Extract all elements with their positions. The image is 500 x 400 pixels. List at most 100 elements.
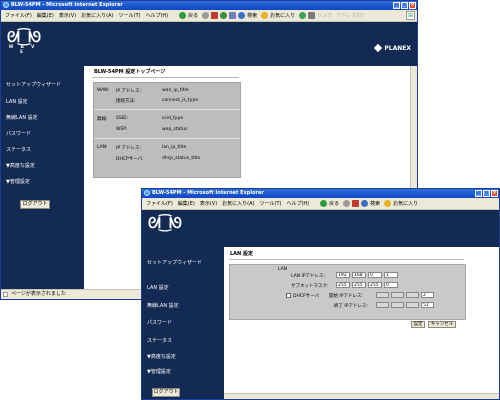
set-button[interactable]: 設定 bbox=[411, 321, 425, 328]
menu-help[interactable]: ヘルプ(H) bbox=[286, 200, 309, 207]
nav-status[interactable]: ステータス bbox=[147, 337, 172, 344]
nav-admin[interactable]: ▼管理設定 bbox=[6, 178, 30, 185]
forward-icon[interactable] bbox=[202, 12, 210, 19]
maximize-button[interactable]: □ bbox=[401, 2, 408, 9]
search-button[interactable]: 検索 bbox=[247, 12, 257, 19]
mail-icon[interactable] bbox=[308, 12, 316, 19]
status-value: ssid_type bbox=[162, 116, 184, 121]
ip-octet-1-field[interactable]: 192 bbox=[336, 272, 350, 278]
menu-favorites[interactable]: お気に入り(A) bbox=[222, 200, 254, 207]
start-ip-octet-4-field[interactable]: 2 bbox=[421, 292, 434, 298]
stop-icon[interactable] bbox=[211, 12, 219, 19]
nav-lan[interactable]: LAN 設定 bbox=[6, 98, 28, 105]
end-ip-label: 終了 IPアドレス: bbox=[334, 304, 368, 309]
menu-favorites[interactable]: お気に入り(A) bbox=[81, 12, 113, 19]
status-value: wan_ip_title bbox=[162, 88, 189, 93]
menu-tools[interactable]: ツール(T) bbox=[260, 200, 282, 207]
start-ip-octet-1-field[interactable] bbox=[376, 292, 389, 298]
minimize-button[interactable]: _ bbox=[475, 190, 482, 197]
start-ip-octet-2-field[interactable] bbox=[391, 292, 404, 298]
dhcp-label: DHCPサーバ bbox=[293, 294, 320, 299]
logout-button[interactable]: ログアウト bbox=[20, 200, 50, 209]
mask-octet-4-field[interactable]: 0 bbox=[384, 282, 398, 288]
menu-bar: ファイル(F) 編集(E) 表示(V) お気に入り(A) ツール(T) ヘルプ(… bbox=[142, 198, 499, 210]
wave-logo: ᘛ⁐ᘚ W A V E bbox=[7, 28, 41, 55]
horizontal-scrollbar[interactable] bbox=[224, 393, 499, 399]
maximize-button[interactable]: □ bbox=[483, 190, 490, 197]
menu-view[interactable]: 表示(V) bbox=[59, 12, 76, 19]
mask-octet-3-field[interactable]: 255 bbox=[368, 282, 382, 288]
menu-help[interactable]: ヘルプ(H) bbox=[145, 12, 168, 19]
ip-octet-2-field[interactable]: 168 bbox=[352, 272, 366, 278]
ip-octet-3-field[interactable]: 0 bbox=[368, 272, 382, 278]
back-button[interactable]: 戻る bbox=[329, 200, 339, 207]
nav-setup-wizard[interactable]: セットアップウィザード bbox=[6, 81, 61, 88]
dhcp-checkbox[interactable] bbox=[286, 293, 291, 298]
nav-lan[interactable]: LAN 設定 bbox=[147, 284, 169, 291]
status-key: 接続方法: bbox=[116, 99, 136, 104]
banner: ᘛ⁐ᘚ bbox=[142, 210, 499, 247]
nav-advanced[interactable]: ▼高度な設定 bbox=[147, 353, 176, 360]
home-icon[interactable] bbox=[229, 12, 237, 19]
search-button[interactable]: 検索 bbox=[370, 200, 380, 207]
nav-wireless[interactable]: 無線LAN 設定 bbox=[147, 302, 179, 309]
address-label[interactable]: アドレス(D) bbox=[336, 12, 364, 19]
menu-edit[interactable]: 編集(E) bbox=[178, 200, 195, 207]
nav-advanced[interactable]: ▼高度な設定 bbox=[6, 162, 35, 169]
cancel-button[interactable]: キャンセル bbox=[428, 321, 456, 328]
nav-wireless[interactable]: 無線LAN 設定 bbox=[6, 114, 38, 121]
nav-setup-wizard[interactable]: セットアップウィザード bbox=[147, 259, 202, 266]
links-button[interactable]: リンク bbox=[317, 12, 332, 19]
menu-file[interactable]: ファイル(F) bbox=[5, 12, 32, 19]
end-ip-octet-4-field[interactable]: 51 bbox=[421, 302, 434, 308]
status-value: dhcp_status_title bbox=[162, 156, 201, 161]
logo-word: W A V E bbox=[8, 44, 38, 54]
banner: ᘛ⁐ᘚ W A V E PLANEX bbox=[1, 22, 417, 66]
end-ip-octet-2-field[interactable] bbox=[391, 302, 404, 308]
browser-window-lan: BLW-54PM - Microsoft Internet Explorer _… bbox=[141, 188, 500, 400]
back-icon[interactable] bbox=[179, 12, 187, 19]
ip-octet-4-field[interactable]: 1 bbox=[384, 272, 398, 278]
back-icon[interactable] bbox=[320, 200, 328, 207]
nav-status[interactable]: ステータス bbox=[6, 146, 31, 153]
mask-octet-1-field[interactable]: 255 bbox=[336, 282, 350, 288]
wireless-section-label: 無線: bbox=[97, 117, 108, 122]
status-key: DHCPサーバ: bbox=[116, 157, 144, 162]
close-button[interactable]: × bbox=[491, 190, 498, 197]
section-divider bbox=[94, 138, 240, 139]
search-icon[interactable] bbox=[361, 200, 369, 207]
search-icon[interactable] bbox=[238, 12, 246, 19]
refresh-icon[interactable] bbox=[220, 12, 228, 19]
stop-icon[interactable] bbox=[352, 200, 360, 207]
section-divider bbox=[94, 109, 240, 110]
favorites-icon[interactable] bbox=[384, 200, 392, 207]
minimize-button[interactable]: _ bbox=[393, 2, 400, 9]
logout-button[interactable]: ログアウト bbox=[152, 388, 180, 397]
page-title: BLW-54PM 設定トップページ bbox=[94, 69, 166, 75]
end-ip-octet-3-field[interactable] bbox=[406, 302, 419, 308]
favorites-button[interactable]: お気に入り bbox=[270, 12, 295, 19]
back-button[interactable]: 戻る bbox=[188, 12, 198, 19]
menu-file[interactable]: ファイル(F) bbox=[146, 200, 173, 207]
nav-admin[interactable]: ▼管理設定 bbox=[147, 368, 171, 375]
end-ip-octet-1-field[interactable] bbox=[376, 302, 389, 308]
menu-edit[interactable]: 編集(E) bbox=[37, 12, 54, 19]
mask-octet-2-field[interactable]: 255 bbox=[352, 282, 366, 288]
status-key: SSID: bbox=[116, 116, 129, 121]
start-ip-octet-3-field[interactable] bbox=[406, 292, 419, 298]
window-title: BLW-54PM - Microsoft Internet Explorer bbox=[152, 190, 264, 196]
status-value: wep_status bbox=[162, 127, 188, 132]
menu-view[interactable]: 表示(V) bbox=[200, 200, 217, 207]
nav-password[interactable]: パスワード bbox=[6, 130, 31, 137]
menu-tools[interactable]: ツール(T) bbox=[119, 12, 141, 19]
planex-logo: PLANEX bbox=[374, 43, 411, 53]
nav-password[interactable]: パスワード bbox=[147, 319, 172, 326]
favorites-icon[interactable] bbox=[261, 12, 269, 19]
favorites-button[interactable]: お気に入り bbox=[393, 200, 418, 207]
windows-logo-icon: ⊞ bbox=[406, 11, 415, 20]
close-button[interactable]: × bbox=[409, 2, 416, 9]
start-ip-label: 開始 IPアドレス: bbox=[329, 294, 363, 299]
media-icon[interactable] bbox=[299, 12, 307, 19]
forward-icon[interactable] bbox=[343, 200, 351, 207]
sidebar: セットアップウィザード LAN 設定 無線LAN 設定 パスワード ステータス … bbox=[1, 66, 84, 289]
